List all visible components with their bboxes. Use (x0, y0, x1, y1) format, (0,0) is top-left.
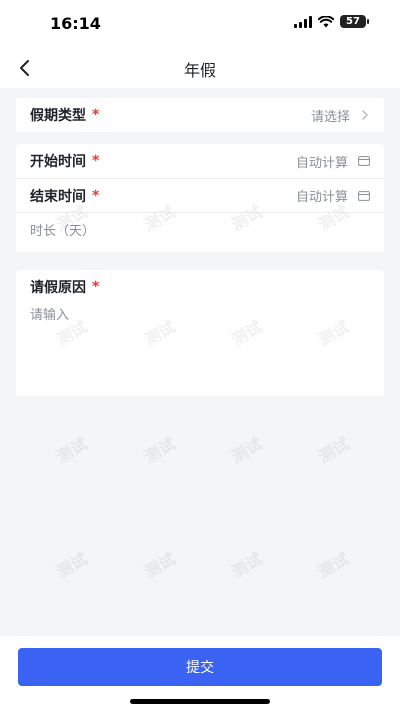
required-mark: * (92, 187, 100, 204)
end-time-placeholder: 自动计算 (295, 190, 348, 205)
reason-label: 请假原因 (30, 280, 86, 296)
calendar-icon (358, 190, 370, 201)
required-mark: * (92, 153, 100, 169)
status-icons: 57 (294, 15, 369, 28)
signal-icon (294, 15, 312, 28)
required-mark: * (92, 107, 100, 123)
start-time-value[interactable]: 自动计算 (296, 152, 370, 171)
leave-type-card: 假期类型 * 请选择 (16, 98, 384, 132)
end-time-label: 结束时间 (30, 188, 86, 205)
reason-row: 请假原因 * (16, 270, 384, 304)
start-time-placeholder: 自动计算 (295, 155, 348, 171)
reason-card: 请假原因 * (16, 270, 384, 396)
calendar-icon (358, 156, 370, 166)
wifi-icon (318, 15, 334, 27)
leave-type-value[interactable]: 请选择 (311, 106, 370, 125)
leave-type-row[interactable]: 假期类型 * 请选择 (16, 98, 384, 132)
watermark: 测试 (228, 549, 266, 582)
status-time: 16:14 (50, 14, 101, 33)
watermark: 测试 (53, 434, 91, 467)
bottom-bar: 提交 (0, 636, 400, 711)
start-time-row[interactable]: 开始时间 * 自动计算 (16, 144, 384, 178)
duration-row: 时长（天） (16, 212, 384, 246)
nav-bar: 年假 (0, 48, 400, 88)
leave-type-placeholder: 请选择 (310, 109, 350, 125)
required-mark: * (92, 279, 100, 295)
duration-label: 时长（天） (30, 224, 96, 239)
chevron-right-icon (362, 110, 368, 120)
submit-button[interactable]: 提交 (18, 648, 382, 686)
page-title: 年假 (183, 61, 216, 80)
watermark: 测试 (315, 549, 353, 582)
battery-icon: 57 (340, 15, 369, 28)
watermark: 测试 (141, 434, 179, 467)
watermark: 测试 (228, 434, 266, 467)
watermark: 测试 (53, 549, 91, 582)
home-indicator (130, 699, 270, 704)
time-card: 开始时间 * 自动计算 结束时间 * 自动计算 时长（天） (16, 144, 384, 252)
start-time-label: 开始时间 (30, 154, 86, 170)
watermark: 测试 (141, 549, 179, 582)
end-time-row[interactable]: 结束时间 * 自动计算 (16, 178, 384, 212)
leave-type-label: 假期类型 (30, 108, 86, 124)
reason-input[interactable] (16, 304, 384, 384)
watermark: 测试 (315, 434, 353, 467)
end-time-value[interactable]: 自动计算 (296, 186, 370, 205)
status-bar: 16:14 57 (0, 0, 400, 48)
